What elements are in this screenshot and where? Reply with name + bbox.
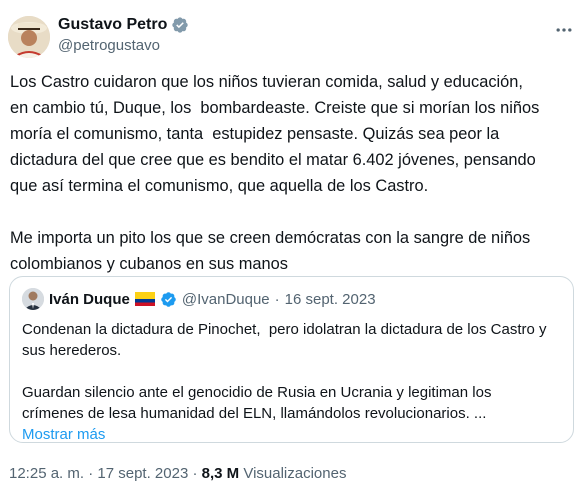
tweet-footer: 12:25 a. m. · 17 sept. 2023 · 8,3 M Visu… bbox=[9, 465, 346, 482]
views-label: Visualizaciones bbox=[243, 465, 347, 482]
quoted-date[interactable]: 16 sept. 2023 bbox=[285, 291, 376, 308]
quoted-author-avatar bbox=[22, 288, 44, 310]
colombia-flag-icon bbox=[134, 292, 155, 306]
views-count: 8,3 M bbox=[201, 465, 240, 482]
quoted-tweet-body: Condenan la dictadura de Pinochet, pero … bbox=[22, 319, 567, 445]
author-avatar[interactable] bbox=[8, 16, 50, 58]
more-options-icon[interactable] bbox=[554, 20, 574, 40]
quoted-tweet-header: Iván Duque @IvanDuque · 16 sept. 2023 bbox=[22, 288, 376, 310]
author-name[interactable]: Gustavo Petro bbox=[58, 16, 167, 34]
footer-separator: · bbox=[88, 465, 94, 482]
quoted-tweet-text: Condenan la dictadura de Pinochet, pero … bbox=[22, 321, 547, 422]
meta-separator: · bbox=[274, 290, 280, 308]
verified-badge-icon bbox=[171, 16, 189, 34]
tweet-header: Gustavo Petro @petrogustavo bbox=[8, 14, 588, 58]
tweet-time[interactable]: 12:25 a. m. bbox=[9, 465, 84, 482]
tweet-text: Los Castro cuidaron que los niños tuvier… bbox=[10, 73, 540, 273]
show-more-link[interactable]: Mostrar más bbox=[22, 426, 105, 443]
author-handle[interactable]: @petrogustavo bbox=[58, 37, 189, 54]
author-info: Gustavo Petro @petrogustavo bbox=[58, 16, 189, 54]
quoted-author-handle: @IvanDuque bbox=[181, 290, 270, 308]
tweet-date[interactable]: 17 sept. 2023 bbox=[97, 465, 188, 482]
quoted-author-name: Iván Duque bbox=[49, 290, 130, 308]
footer-separator: · bbox=[192, 465, 198, 482]
verified-badge-icon bbox=[160, 291, 177, 308]
quoted-tweet[interactable]: Iván Duque @IvanDuque · 16 sept. 2023 Co… bbox=[9, 276, 574, 443]
